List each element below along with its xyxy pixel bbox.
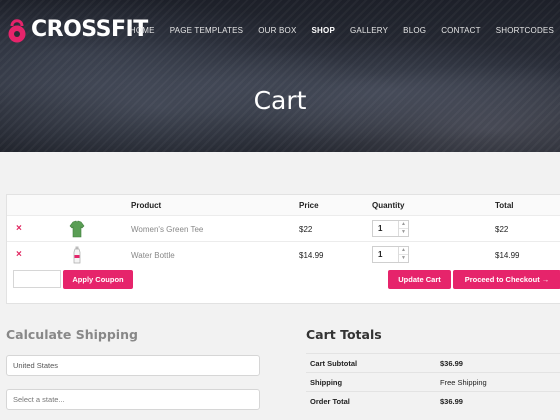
totals-row-shipping: Shipping Free Shipping <box>306 372 560 390</box>
update-cart-button[interactable]: Update Cart <box>388 270 451 289</box>
nav-item-contact[interactable]: CONTACT <box>441 26 480 35</box>
quantity-stepper[interactable]: 1 ▲ ▼ <box>372 246 409 263</box>
cart-totals-heading: Cart Totals <box>306 327 382 342</box>
proceed-to-checkout-button[interactable]: Proceed to Checkout → <box>453 270 560 289</box>
nav-item-home[interactable]: HOME <box>130 26 155 35</box>
calculate-shipping-heading: Calculate Shipping <box>6 327 138 342</box>
nav-item-shop[interactable]: SHOP <box>312 26 335 35</box>
coupon-code-input[interactable] <box>13 270 61 288</box>
cart-row: × Water Bottle $14.99 1 ▲ ▼ $14.99 <box>7 241 560 267</box>
water-bottle-icon[interactable] <box>67 245 87 265</box>
nav-item-gallery[interactable]: GALLERY <box>350 26 388 35</box>
remove-item-icon[interactable]: × <box>16 223 22 234</box>
totals-row-subtotal: Cart Subtotal $36.99 <box>306 353 560 371</box>
nav-item-page-templates[interactable]: PAGE TEMPLATES <box>170 26 244 35</box>
quantity-stepper[interactable]: 1 ▲ ▼ <box>372 220 409 237</box>
decrement-icon[interactable]: ▼ <box>399 228 408 236</box>
totals-row-order-total: Order Total $36.99 <box>306 391 560 409</box>
decrement-icon[interactable]: ▼ <box>399 254 408 262</box>
column-header-quantity: Quantity <box>372 201 405 210</box>
totals-label: Cart Subtotal <box>310 359 358 368</box>
cart-row: × Women's Green Tee $22 1 ▲ ▼ $22 <box>7 215 560 241</box>
main-nav: HOME PAGE TEMPLATES OUR BOX SHOP GALLERY… <box>115 26 554 35</box>
column-header-product: Product <box>131 201 162 210</box>
line-total: $22 <box>495 225 509 234</box>
country-select[interactable]: United States <box>6 355 260 376</box>
quantity-value[interactable]: 1 <box>373 221 398 236</box>
nav-item-blog[interactable]: BLOG <box>403 26 426 35</box>
kettlebell-icon <box>8 19 26 43</box>
column-header-price: Price <box>299 201 319 210</box>
apply-coupon-button[interactable]: Apply Coupon <box>63 270 133 289</box>
totals-label: Shipping <box>310 378 343 387</box>
totals-value: $36.99 <box>440 359 463 368</box>
cart-table: Product Price Quantity Total × Women's G… <box>6 194 560 304</box>
page-header: CROSSFIT HOME PAGE TEMPLATES OUR BOX SHO… <box>0 0 560 152</box>
product-name[interactable]: Water Bottle <box>131 251 175 260</box>
column-header-total: Total <box>495 201 514 210</box>
totals-label: Order Total <box>310 397 350 406</box>
line-total: $14.99 <box>495 251 520 260</box>
increment-icon[interactable]: ▲ <box>399 247 408 254</box>
product-price: $14.99 <box>299 251 324 260</box>
green-tee-icon[interactable] <box>67 219 87 239</box>
state-select[interactable]: Select a state... <box>6 389 260 410</box>
product-price: $22 <box>299 225 313 234</box>
page-title: Cart <box>253 86 307 115</box>
totals-value: $36.99 <box>440 397 463 406</box>
increment-icon[interactable]: ▲ <box>399 221 408 228</box>
product-name[interactable]: Women's Green Tee <box>131 225 203 234</box>
nav-item-shortcodes[interactable]: SHORTCODES <box>496 26 554 35</box>
totals-value: Free Shipping <box>440 378 487 387</box>
nav-item-our-box[interactable]: OUR BOX <box>258 26 296 35</box>
remove-item-icon[interactable]: × <box>16 249 22 260</box>
quantity-value[interactable]: 1 <box>373 247 398 262</box>
cart-table-header: Product Price Quantity Total <box>7 195 560 215</box>
